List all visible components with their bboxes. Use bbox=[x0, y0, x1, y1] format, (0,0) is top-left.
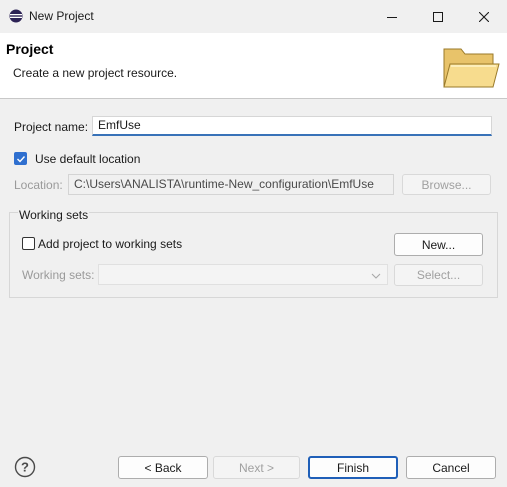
add-to-working-sets-checkbox[interactable] bbox=[22, 237, 35, 250]
use-default-location-label[interactable]: Use default location bbox=[35, 152, 140, 166]
working-sets-group-label: Working sets bbox=[18, 208, 90, 222]
chevron-down-icon bbox=[371, 270, 381, 280]
checkmark-icon bbox=[16, 155, 25, 163]
eclipse-icon bbox=[9, 9, 23, 23]
page-description: Create a new project resource. bbox=[13, 66, 178, 80]
working-sets-select[interactable] bbox=[98, 264, 388, 285]
page-title: Project bbox=[6, 41, 54, 57]
maximize-icon bbox=[433, 11, 443, 22]
project-name-label: Project name: bbox=[14, 120, 89, 134]
add-to-working-sets-label[interactable]: Add project to working sets bbox=[38, 237, 182, 251]
use-default-location-checkbox[interactable] bbox=[14, 152, 27, 165]
close-button[interactable] bbox=[461, 0, 507, 33]
svg-text:?: ? bbox=[21, 460, 29, 475]
maximize-button[interactable] bbox=[415, 0, 461, 33]
working-sets-label: Working sets: bbox=[22, 268, 95, 282]
help-icon[interactable]: ? bbox=[14, 456, 36, 478]
window-title: New Project bbox=[29, 9, 94, 23]
select-working-sets-button[interactable]: Select... bbox=[394, 264, 483, 286]
folder-icon bbox=[441, 45, 501, 93]
back-button[interactable]: < Back bbox=[118, 456, 208, 479]
next-button[interactable]: Next > bbox=[213, 456, 300, 479]
cancel-button[interactable]: Cancel bbox=[406, 456, 496, 479]
browse-button[interactable]: Browse... bbox=[402, 174, 491, 195]
wizard-header: Project Create a new project resource. bbox=[0, 33, 507, 99]
location-field: C:\Users\ANALISTA\runtime-New_configurat… bbox=[68, 174, 394, 195]
minimize-icon bbox=[387, 16, 397, 18]
close-icon bbox=[479, 11, 489, 22]
project-name-input[interactable]: EmfUse bbox=[92, 116, 492, 136]
new-working-set-button[interactable]: New... bbox=[394, 233, 483, 256]
minimize-button[interactable] bbox=[369, 0, 415, 33]
title-bar[interactable]: New Project bbox=[0, 0, 507, 33]
location-label: Location: bbox=[14, 178, 63, 192]
finish-button[interactable]: Finish bbox=[308, 456, 398, 479]
